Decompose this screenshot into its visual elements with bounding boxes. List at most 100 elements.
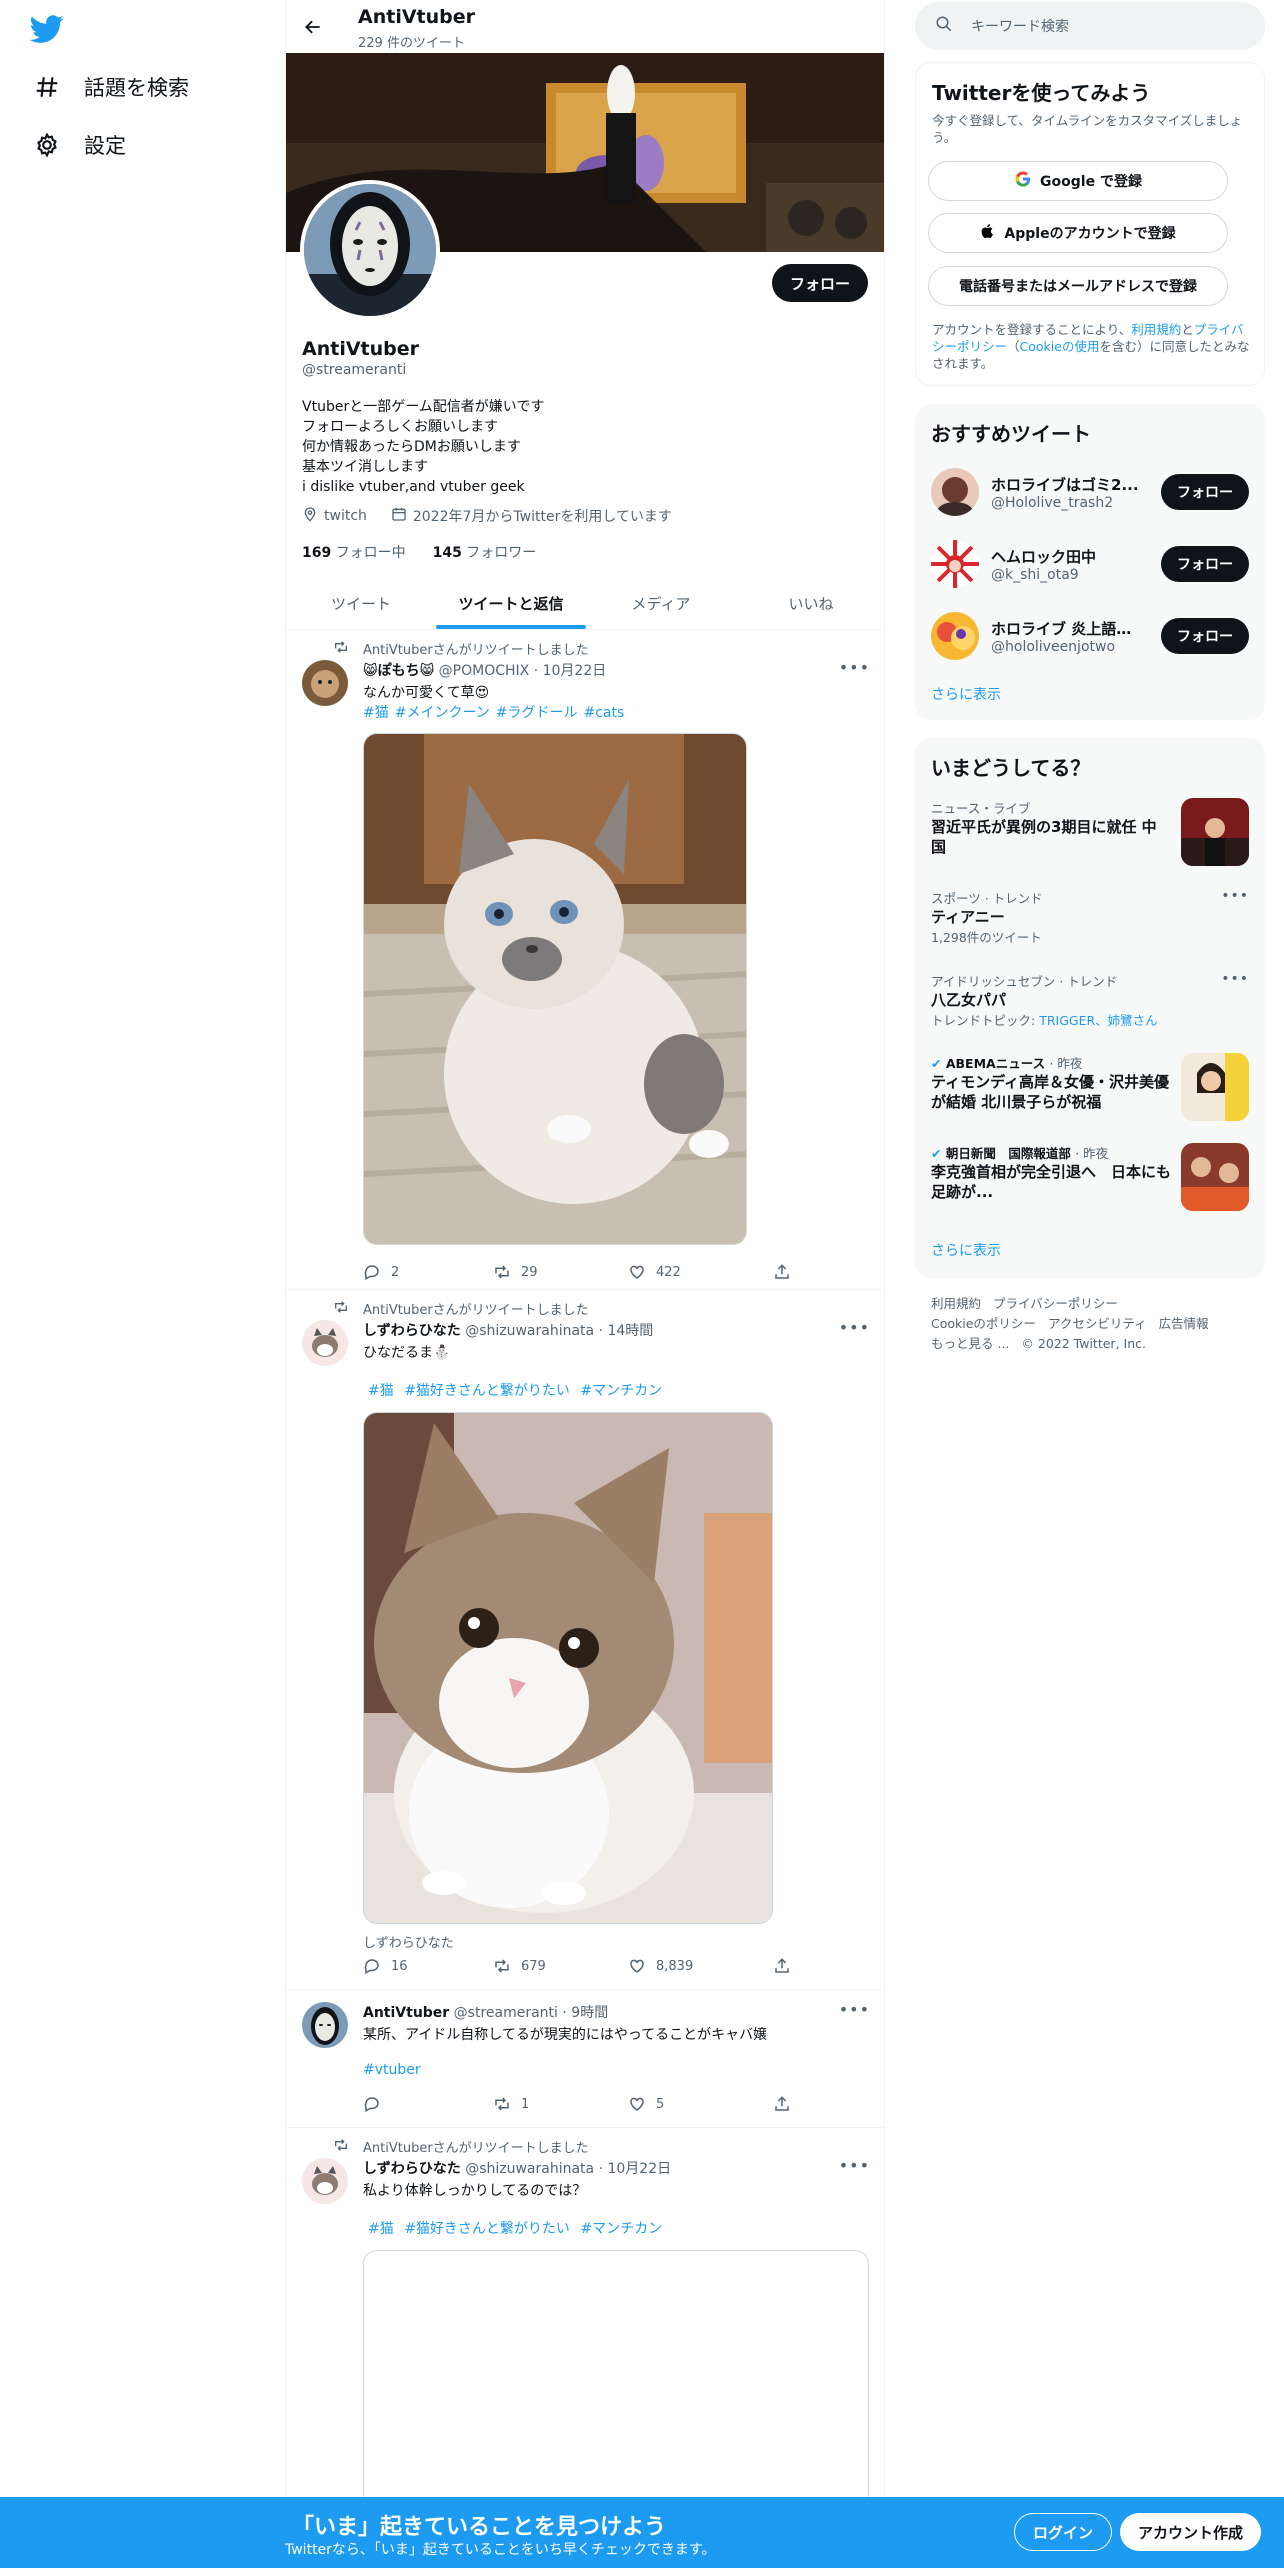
more-icon[interactable]: ••• [839,2000,870,2019]
footer-accessibility[interactable]: アクセシビリティ [1048,1316,1147,1331]
show-more-link[interactable]: さらに表示 [931,1240,1001,1260]
footer-cookie[interactable]: Cookieのポリシー [931,1316,1036,1331]
terms-pre: アカウントを登録することにより、 [932,322,1132,337]
reply-button[interactable] [363,2095,493,2113]
hashtag-link[interactable]: #vtuber [363,2062,421,2078]
follow-button[interactable]: フォロー [1161,546,1249,582]
footer-ads[interactable]: 広告情報 [1159,1316,1209,1331]
followers-link[interactable]: 145 フォロワー [433,545,537,561]
tab-tweets[interactable]: ツイート [286,577,436,629]
tweet-author-name[interactable]: しずわらひなた [363,2161,461,2177]
share-button[interactable] [773,1957,791,1975]
tweet-actions: 2 29 422 [363,1263,803,1281]
trend-title: 李克強首相が完全引退へ 日本にも足跡が... [931,1163,1172,1201]
footer-privacy[interactable]: プライバシーポリシー [993,1296,1118,1311]
search-input[interactable]: キーワード検索 [915,2,1265,50]
reply-button[interactable]: 16 [363,1957,493,1975]
tweet[interactable]: AntiVtuberさんがリツイートしました しずわらひなた @shizuwar… [286,1290,884,1990]
recommended-item[interactable]: ホロライブはゴミ2... @Hololive_trash2 フォロー [931,462,1249,522]
avatar[interactable] [302,1320,348,1366]
tweet-time[interactable]: · 10月22日 [534,663,607,679]
tweet-time[interactable]: · 10月22日 [599,2161,672,2177]
profile-avatar[interactable] [300,180,440,320]
tab-media[interactable]: メディア [586,577,736,629]
create-account-button[interactable]: アカウント作成 [1120,2513,1262,2551]
recommended-item[interactable]: ヘムロック田中 @k_shi_ota9 フォロー [931,534,1249,594]
cookie-link[interactable]: Cookieの使用 [1020,339,1100,354]
footer-terms[interactable]: 利用規約 [931,1296,981,1311]
tweet-author-name[interactable]: しずわらひなた [363,1323,461,1339]
hashtag-link[interactable]: #マンチカン [580,2221,662,2237]
retweet-button[interactable]: 679 [493,1957,628,1975]
hashtag-link[interactable]: #マンチカン [580,1383,662,1399]
hashtag-link[interactable]: #猫好きさんと繋がりたい [404,2221,570,2237]
more-icon[interactable]: ••• [839,2156,870,2175]
footer-more[interactable]: もっと見る ... [931,1336,1009,1351]
tweet-handle[interactable]: @shizuwarahinata [465,1323,594,1339]
login-button[interactable]: ログイン [1014,2513,1113,2551]
tab-tweets-replies[interactable]: ツイートと返信 [436,577,586,629]
tweet-image[interactable] [363,1412,773,1924]
like-button[interactable]: 5 [628,2095,773,2113]
tweet-text: ひなだるま⛄ [363,1345,451,1361]
more-icon[interactable]: ••• [839,1318,870,1337]
following-link[interactable]: 169 フォロー中 [302,545,406,561]
hashtag-link[interactable]: #ラグドール [496,705,578,721]
avatar[interactable] [302,2158,348,2204]
tab-likes[interactable]: いいね [736,577,884,629]
tweet[interactable]: AntiVtuberさんがリツイートしました 😸ぽもち😸 @POMOCHIX ·… [286,630,884,1290]
retweet-button[interactable]: 1 [493,2095,628,2113]
share-button[interactable] [773,1263,791,1281]
bio-line: 基本ツイ消しします [302,459,428,475]
trend-topic-link[interactable]: TRIGGER、姉鷺さん [1039,1013,1157,1028]
retweet-button[interactable]: 29 [493,1263,628,1281]
avatar[interactable] [302,2002,348,2048]
hashtag-link[interactable]: #猫好きさんと繋がりたい [404,1383,570,1399]
recommended-item[interactable]: ホロライブ 炎上語録... @hololiveenjotwo フォロー [931,606,1249,666]
share-button[interactable] [773,2095,791,2113]
google-signup-button[interactable]: Google で登録 [928,161,1228,201]
follow-button[interactable]: フォロー [1161,618,1249,654]
tweet[interactable]: AntiVtuber @streameranti · 9時間 ••• 某所、アイ… [286,1990,884,2128]
nav-explore[interactable]: 話題を検索 [32,72,189,102]
tweet-author-name[interactable]: 😸ぽもち😸 [363,663,434,679]
show-more-link[interactable]: さらに表示 [931,684,1001,704]
hashtag-link[interactable]: #メインクーン [395,705,490,721]
follow-button[interactable]: フォロー [771,264,868,302]
followers-count: 145 [432,545,462,561]
more-icon[interactable]: ••• [1221,888,1249,904]
like-button[interactable]: 8,839 [628,1957,773,1975]
trend-item[interactable]: ✔ ABEMAニュース · 昨夜 ティモンディ高岸＆女優・沢井美優が結婚 北川景… [931,1053,1249,1123]
more-icon[interactable]: ••• [1221,971,1249,987]
apple-icon [980,223,996,243]
reply-count: 2 [391,1264,400,1280]
avatar[interactable] [302,660,348,706]
nav-settings[interactable]: 設定 [32,130,126,160]
tweet-image[interactable] [363,733,747,1245]
recommended-handle: @hololiveenjotwo [991,638,1116,655]
profile-joined: 2022年7月からTwitterを利用しています [412,509,672,525]
hashtag-link[interactable]: #猫 [368,1383,394,1399]
trend-item[interactable]: ✔ 朝日新聞 国際報道部 · 昨夜 李克強首相が完全引退へ 日本にも足跡が... [931,1143,1249,1213]
tweet-author-name[interactable]: AntiVtuber [363,2005,449,2021]
reply-button[interactable]: 2 [363,1263,493,1281]
phone-email-signup-button[interactable]: 電話番号またはメールアドレスで登録 [928,266,1228,306]
tweet-time[interactable]: · 14時間 [599,1323,654,1339]
tweet-handle[interactable]: @POMOCHIX [439,663,530,679]
trend-item[interactable]: スポーツ · トレンド ティアニー 1,298件のツイート ••• [931,888,1249,946]
apple-signup-button[interactable]: Appleのアカウントで登録 [928,213,1228,253]
tweet-time[interactable]: · 9時間 [562,2005,608,2021]
twitter-logo-icon[interactable] [29,12,66,48]
hashtag-link[interactable]: #猫 [363,705,389,721]
back-arrow-icon[interactable] [298,12,328,42]
like-button[interactable]: 422 [628,1263,773,1281]
tweet-handle[interactable]: @shizuwarahinata [465,2161,594,2177]
trend-item[interactable]: アイドリッシュセブン · トレンド 八乙女パパ トレンドトピック: TRIGGE… [931,971,1249,1029]
more-icon[interactable]: ••• [839,658,870,677]
tweet-handle[interactable]: @streameranti [454,2005,558,2021]
terms-link[interactable]: 利用規約 [1131,322,1181,337]
follow-button[interactable]: フォロー [1161,474,1249,510]
hashtag-link[interactable]: #猫 [368,2221,394,2237]
trend-item[interactable]: ニュース・ライブ 習近平氏が異例の3期目に就任 中国 [931,798,1249,868]
hashtag-link[interactable]: #cats [584,705,625,721]
